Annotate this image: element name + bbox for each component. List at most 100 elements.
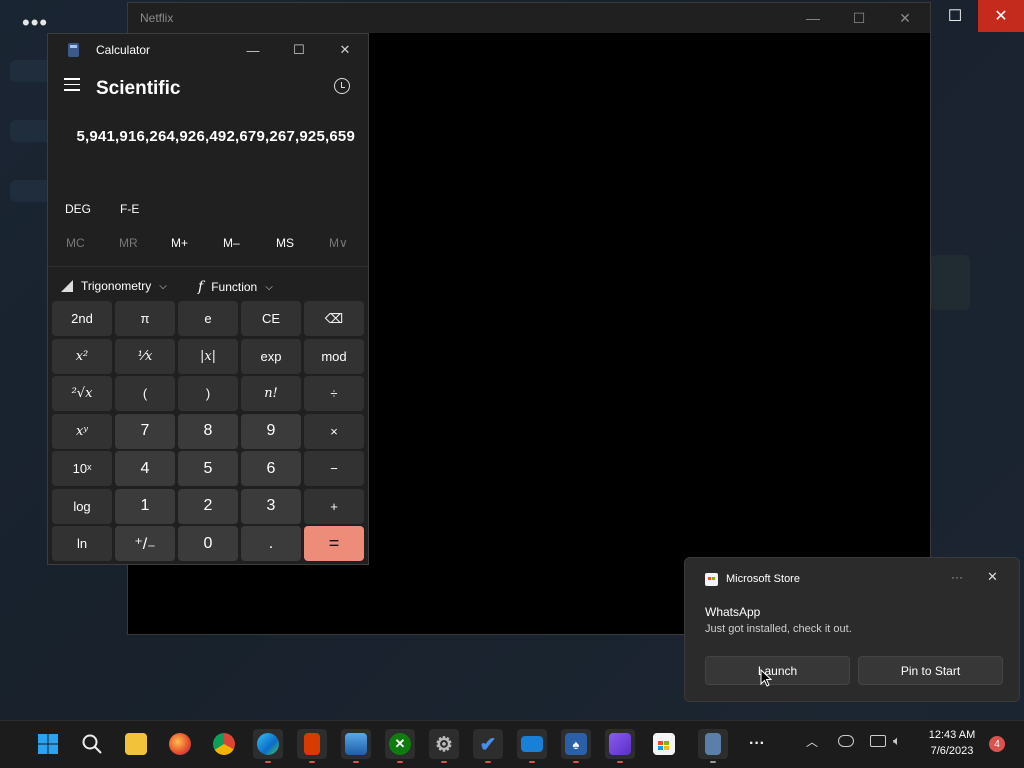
search-button[interactable] — [77, 729, 107, 759]
square-key[interactable]: x² — [52, 338, 112, 374]
log-key[interactable]: log — [52, 488, 112, 524]
backspace-key[interactable]: ⌫ — [304, 301, 364, 336]
right-paren-key[interactable]: ) — [178, 376, 238, 411]
close-icon[interactable]: ✕ — [322, 34, 368, 66]
minimize-icon[interactable]: — — [230, 34, 276, 66]
clear-entry-key[interactable]: CE — [241, 301, 301, 336]
close-icon[interactable]: ✕ — [978, 0, 1024, 32]
digit-0-key[interactable]: 0 — [178, 526, 238, 561]
digit-6-key[interactable]: 6 — [241, 451, 301, 486]
calculator-taskbar-button[interactable] — [698, 729, 728, 763]
calculator-app-icon — [68, 43, 79, 57]
todo-button[interactable]: ✔ — [473, 729, 503, 763]
running-indicator — [485, 761, 491, 763]
minimize-icon[interactable]: — — [790, 3, 836, 33]
negate-key[interactable]: ⁺/₋ — [115, 526, 175, 561]
chevron-down-icon: ⌵ — [265, 281, 273, 293]
clock-time[interactable]: 12:43 AM — [922, 729, 982, 741]
clock-date[interactable]: 7/6/2023 — [922, 745, 982, 757]
memory-subtract-button[interactable]: M– — [223, 236, 240, 250]
xbox-button[interactable]: ✕ — [385, 729, 415, 763]
firefox-button[interactable] — [165, 729, 195, 759]
toast-app-name: WhatsApp — [705, 605, 761, 619]
add-key[interactable]: + — [304, 488, 364, 524]
mod-key[interactable]: mod — [304, 338, 364, 374]
left-paren-key[interactable]: ( — [115, 376, 175, 411]
angle-mode-button[interactable]: DEG — [65, 202, 91, 216]
photos-button[interactable] — [341, 729, 371, 763]
square-root-key[interactable]: ²√x — [52, 376, 112, 411]
running-indicator — [617, 761, 623, 763]
digit-3-key[interactable]: 3 — [241, 488, 301, 524]
subtract-key[interactable]: − — [304, 451, 364, 486]
pi-key[interactable]: π — [115, 301, 175, 336]
chrome-button[interactable] — [209, 729, 239, 759]
close-icon[interactable]: ✕ — [987, 569, 998, 585]
exp-key[interactable]: exp — [241, 338, 301, 374]
search-icon — [82, 734, 102, 754]
function-dropdown[interactable]: f Function ⌵ — [198, 279, 273, 295]
function-label: Function — [211, 280, 258, 294]
file-explorer-button[interactable] — [121, 729, 151, 759]
ln-key[interactable]: ln — [52, 526, 112, 561]
running-indicator — [309, 761, 315, 763]
second-key[interactable]: 2nd — [52, 301, 112, 336]
calculator-icon — [705, 733, 721, 755]
power-key[interactable]: xʸ — [52, 413, 112, 449]
launch-button[interactable]: Launch — [705, 656, 850, 685]
solitaire-button[interactable]: ♠ — [561, 729, 591, 763]
memory-recall-button[interactable]: MR — [119, 236, 138, 250]
overflow-menu-icon[interactable]: ••• — [22, 10, 48, 36]
running-indicator — [397, 761, 403, 763]
factorial-key[interactable]: n! — [241, 376, 301, 411]
history-icon[interactable] — [334, 78, 350, 94]
e-key[interactable]: e — [178, 301, 238, 336]
ten-power-key[interactable]: 10ˣ — [52, 451, 112, 486]
office-button[interactable] — [297, 729, 327, 763]
chevron-up-icon[interactable]: ︿ — [806, 733, 818, 750]
angle-mode-row: DEG F-E — [48, 196, 368, 226]
close-icon[interactable]: ✕ — [882, 3, 928, 33]
memory-row: MC MR M+ M– MS M∨ — [48, 226, 368, 266]
digit-7-key[interactable]: 7 — [115, 413, 175, 449]
digit-2-key[interactable]: 2 — [178, 488, 238, 524]
network-icon[interactable] — [870, 735, 886, 747]
digit-9-key[interactable]: 9 — [241, 413, 301, 449]
function-icon: f — [198, 279, 204, 295]
digit-1-key[interactable]: 1 — [115, 488, 175, 524]
decimal-key[interactable]: . — [241, 526, 301, 561]
clipchamp-button[interactable] — [605, 729, 635, 763]
maximize-icon[interactable]: ☐ — [932, 0, 978, 32]
start-button[interactable] — [33, 729, 63, 759]
hamburger-menu-icon[interactable] — [64, 78, 80, 91]
volume-icon[interactable]: 🔈︎ — [893, 733, 909, 748]
microsoft-store-button[interactable] — [649, 729, 679, 759]
memory-add-button[interactable]: M+ — [171, 236, 188, 250]
digit-8-key[interactable]: 8 — [178, 413, 238, 449]
calculator-display: 5,941,916,264,926,492,679,267,925,659 — [76, 128, 355, 145]
maximize-icon[interactable]: ☐ — [276, 34, 322, 66]
absolute-value-key[interactable]: |x| — [178, 338, 238, 374]
memory-list-button[interactable]: M∨ — [329, 236, 348, 250]
fe-button[interactable]: F-E — [120, 202, 139, 216]
memory-clear-button[interactable]: MC — [66, 236, 85, 250]
trigonometry-dropdown[interactable]: Trigonometry ⌵ — [61, 279, 167, 293]
maximize-icon[interactable]: ☐ — [836, 3, 882, 33]
onedrive-icon[interactable] — [838, 735, 854, 747]
notification-badge[interactable]: 4 — [989, 736, 1005, 752]
folder-icon — [125, 733, 147, 755]
digit-4-key[interactable]: 4 — [115, 451, 175, 486]
reciprocal-key[interactable]: ¹⁄x — [115, 338, 175, 374]
taskbar-overflow-button[interactable]: ··· — [742, 729, 772, 759]
edge-button[interactable] — [253, 729, 283, 763]
pin-to-start-button[interactable]: Pin to Start — [858, 656, 1003, 685]
equals-key[interactable]: = — [304, 526, 364, 561]
memory-store-button[interactable]: MS — [276, 236, 294, 250]
settings-button[interactable]: ⚙ — [429, 729, 459, 763]
more-options-icon[interactable]: ··· — [951, 570, 963, 584]
digit-5-key[interactable]: 5 — [178, 451, 238, 486]
multiply-key[interactable]: × — [304, 413, 364, 449]
firefox-icon — [169, 733, 191, 755]
mail-button[interactable] — [517, 729, 547, 763]
divide-key[interactable]: ÷ — [304, 376, 364, 411]
